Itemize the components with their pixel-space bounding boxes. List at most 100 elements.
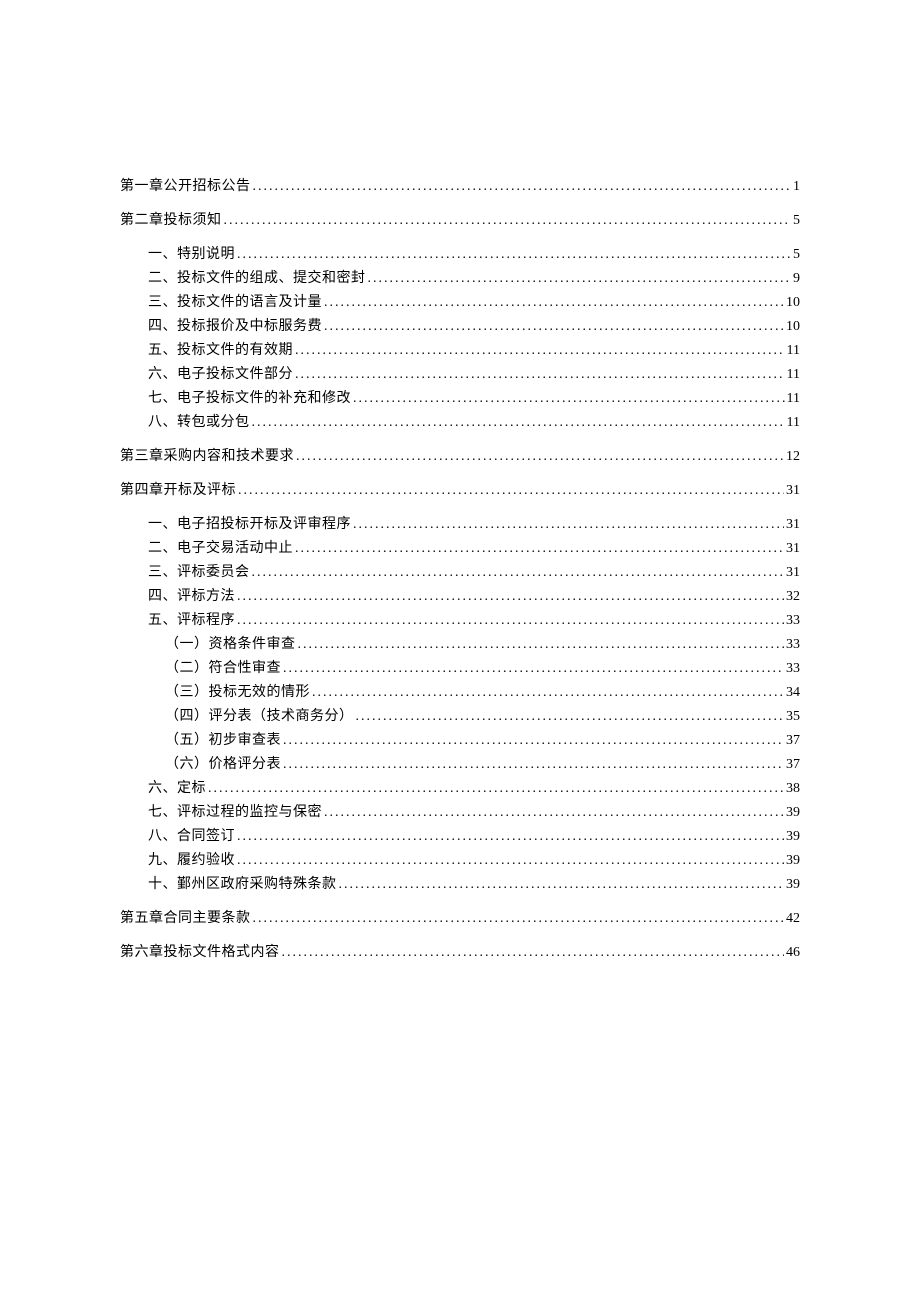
toc-entry-page: 39 <box>786 849 800 873</box>
toc-entry-label: （三）投标无效的情形 <box>165 681 310 705</box>
toc-leader-dots <box>237 849 784 873</box>
toc-entry: 一、电子招投标开标及评审程序31 <box>148 513 800 537</box>
toc-entry-label: （一）资格条件审查 <box>165 633 296 657</box>
toc-entry-page: 10 <box>786 291 800 315</box>
toc-entry-label: （四）评分表（技术商务分） <box>165 705 354 729</box>
toc-entry-label: 三、评标委员会 <box>148 561 250 585</box>
toc-entry-label: 九、履约验收 <box>148 849 235 873</box>
toc-entry-page: 38 <box>786 777 800 801</box>
toc-entry-page: 11 <box>787 387 800 411</box>
toc-leader-dots <box>295 537 784 561</box>
toc-entry-label: 六、定标 <box>148 777 206 801</box>
toc-entry-page: 39 <box>786 801 800 825</box>
toc-entry: 三、评标委员会 31 <box>148 561 800 585</box>
toc-entry: 二、电子交易活动中止 31 <box>148 537 800 561</box>
toc-entry: 六、定标 38 <box>148 777 800 801</box>
toc-entry-page: 35 <box>786 705 800 729</box>
toc-entry-page: 11 <box>787 411 800 435</box>
toc-leader-dots <box>208 777 784 801</box>
toc-entry-label: 第二章投标须知 <box>120 209 222 233</box>
toc-entry-page: 11 <box>787 339 800 363</box>
toc-entry: 一、特别说明5 <box>148 243 800 267</box>
toc-entry-page: 33 <box>786 609 800 633</box>
toc-entry: 第三章采购内容和技术要求 12 <box>120 445 800 469</box>
toc-entry-label: 第三章采购内容和技术要求 <box>120 445 294 469</box>
toc-entry: 七、评标过程的监控与保密 39 <box>148 801 800 825</box>
toc-leader-dots <box>238 479 784 503</box>
toc-leader-dots <box>282 941 785 965</box>
toc-entry-label: 二、电子交易活动中止 <box>148 537 293 561</box>
toc-entry: 八、转包或分包 11 <box>148 411 800 435</box>
table-of-contents: 第一章公开招标公告1第二章投标须知5一、特别说明5二、投标文件的组成、提交和密封… <box>120 175 800 965</box>
toc-entry-label: （二）符合性审查 <box>165 657 281 681</box>
toc-entry-page: 10 <box>786 315 800 339</box>
toc-entry: 四、评标方法32 <box>148 585 800 609</box>
toc-entry-label: 八、转包或分包 <box>148 411 250 435</box>
toc-leader-dots <box>224 209 792 233</box>
toc-entry: （六）价格评分表 37 <box>165 753 800 777</box>
toc-leader-dots <box>353 513 784 537</box>
toc-entry-page: 33 <box>786 633 800 657</box>
toc-entry: 五、评标程序 33 <box>148 609 800 633</box>
toc-entry-label: 六、电子投标文件部分 <box>148 363 293 387</box>
toc-leader-dots <box>312 681 784 705</box>
toc-entry-page: 31 <box>786 561 800 585</box>
toc-leader-dots <box>237 243 791 267</box>
toc-entry-page: 33 <box>786 657 800 681</box>
toc-leader-dots <box>353 387 785 411</box>
toc-entry-label: 一、电子招投标开标及评审程序 <box>148 513 351 537</box>
toc-entry: 四、投标报价及中标服务费 10 <box>148 315 800 339</box>
toc-entry-label: 八、合同签订 <box>148 825 235 849</box>
toc-entry-label: 三、投标文件的语言及计量 <box>148 291 322 315</box>
toc-entry: 第六章投标文件格式内容 46 <box>120 941 800 965</box>
toc-entry: 五、投标文件的有效期 11 <box>148 339 800 363</box>
toc-entry-page: 5 <box>793 209 800 233</box>
toc-leader-dots <box>283 657 784 681</box>
toc-entry-label: 十、鄞州区政府采购特殊条款 <box>148 873 337 897</box>
toc-entry-label: （六）价格评分表 <box>165 753 281 777</box>
toc-leader-dots <box>356 705 785 729</box>
toc-entry-page: 31 <box>786 537 800 561</box>
toc-entry: （三）投标无效的情形 34 <box>165 681 800 705</box>
toc-leader-dots <box>324 315 784 339</box>
toc-leader-dots <box>237 825 784 849</box>
toc-leader-dots <box>324 291 784 315</box>
toc-leader-dots <box>253 907 785 931</box>
toc-entry-label: 四、投标报价及中标服务费 <box>148 315 322 339</box>
toc-entry-label: 五、评标程序 <box>148 609 235 633</box>
toc-leader-dots <box>295 363 785 387</box>
toc-entry-page: 46 <box>786 941 800 965</box>
toc-entry: 八、合同签订 39 <box>148 825 800 849</box>
toc-entry-label: 七、电子投标文件的补充和修改 <box>148 387 351 411</box>
toc-entry-label: 二、投标文件的组成、提交和密封 <box>148 267 366 291</box>
toc-leader-dots <box>298 633 785 657</box>
toc-entry-page: 34 <box>786 681 800 705</box>
toc-leader-dots <box>324 801 784 825</box>
toc-entry-page: 37 <box>786 753 800 777</box>
toc-entry-page: 42 <box>786 907 800 931</box>
toc-entry: （五）初步审查表37 <box>165 729 800 753</box>
toc-entry-page: 39 <box>786 873 800 897</box>
toc-entry-label: 第四章开标及评标 <box>120 479 236 503</box>
toc-entry: 三、投标文件的语言及计量 10 <box>148 291 800 315</box>
toc-entry-label: 五、投标文件的有效期 <box>148 339 293 363</box>
toc-leader-dots <box>283 753 784 777</box>
toc-entry: 二、投标文件的组成、提交和密封9 <box>148 267 800 291</box>
toc-entry-label: 七、评标过程的监控与保密 <box>148 801 322 825</box>
toc-entry: 十、鄞州区政府采购特殊条款 39 <box>148 873 800 897</box>
toc-entry-page: 12 <box>786 445 800 469</box>
toc-leader-dots <box>283 729 784 753</box>
toc-entry: 第二章投标须知 5 <box>120 209 800 233</box>
toc-entry-label: 第六章投标文件格式内容 <box>120 941 280 965</box>
toc-entry-label: 第一章公开招标公告 <box>120 175 251 199</box>
toc-leader-dots <box>253 175 792 199</box>
toc-leader-dots <box>252 411 785 435</box>
toc-entry-label: 第五章合同主要条款 <box>120 907 251 931</box>
toc-leader-dots <box>295 339 785 363</box>
toc-entry: 第四章开标及评标31 <box>120 479 800 503</box>
toc-entry: 九、履约验收 39 <box>148 849 800 873</box>
toc-entry-page: 32 <box>786 585 800 609</box>
toc-entry-page: 39 <box>786 825 800 849</box>
toc-entry: 第五章合同主要条款 42 <box>120 907 800 931</box>
toc-entry-page: 5 <box>793 243 800 267</box>
